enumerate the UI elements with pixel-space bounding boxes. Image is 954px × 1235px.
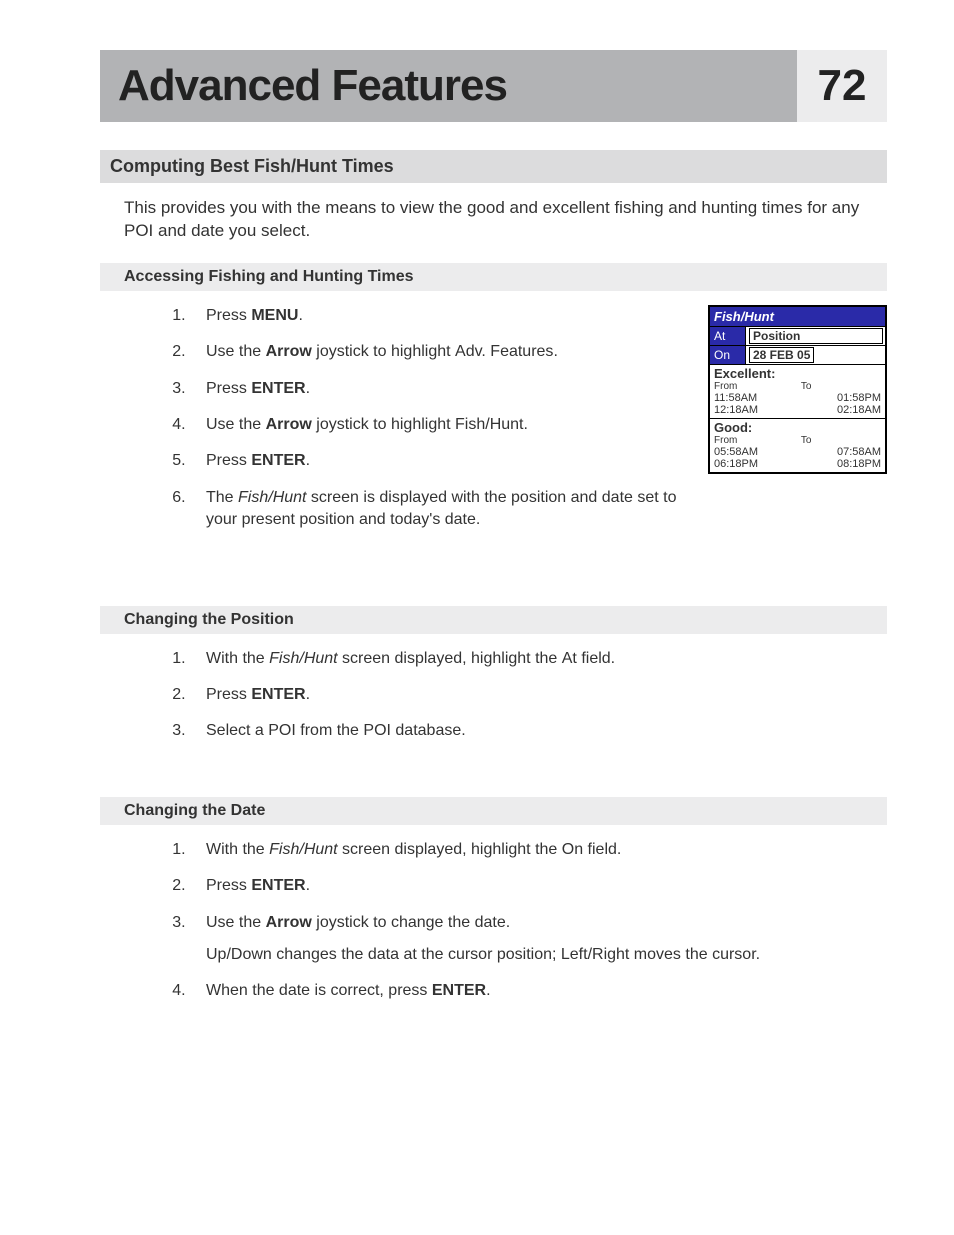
fh-good-label: Good: bbox=[714, 420, 881, 435]
header-right: 72 bbox=[797, 50, 887, 122]
on-field-label: On bbox=[562, 841, 583, 858]
menu-label: MENU bbox=[251, 307, 298, 324]
date-step-3-detail: Up/Down changes the data at the cursor p… bbox=[206, 944, 867, 966]
fh-on-value: 28 FEB 05 bbox=[749, 347, 814, 363]
date-step-4: When the date is correct, press ENTER. bbox=[190, 980, 867, 1002]
fh-to-label2: To bbox=[801, 435, 881, 446]
subsection-position-title: Changing the Position bbox=[100, 606, 887, 634]
access-steps: Press MENU. Use the Arrow joystick to hi… bbox=[100, 305, 708, 546]
fh-at-label: At bbox=[710, 327, 746, 345]
date-step-1: With the Fish/Hunt screen displayed, hig… bbox=[190, 839, 867, 861]
enter-label: ENTER bbox=[251, 380, 305, 397]
position-step-1: With the Fish/Hunt screen displayed, hig… bbox=[190, 648, 867, 670]
intro-text: This provides you with the means to view… bbox=[124, 197, 887, 243]
fh-to-label: To bbox=[801, 381, 881, 392]
fh-exc-to2: 02:18AM bbox=[801, 404, 881, 416]
fh-title: Fish/Hunt bbox=[710, 307, 885, 326]
fh-excellent-label: Excellent: bbox=[714, 366, 881, 381]
access-step-4: Use the Arrow joystick to highlight Fish… bbox=[190, 414, 688, 436]
date-steps: With the Fish/Hunt screen displayed, hig… bbox=[160, 839, 867, 1003]
date-step-2: Press ENTER. bbox=[190, 875, 867, 897]
header-left: Advanced Features bbox=[100, 50, 797, 122]
access-step-1: Press MENU. bbox=[190, 305, 688, 327]
page-number: 72 bbox=[818, 61, 867, 111]
enter-label: ENTER bbox=[432, 982, 486, 999]
fh-from-label: From bbox=[714, 381, 794, 392]
position-steps: With the Fish/Hunt screen displayed, hig… bbox=[160, 648, 867, 743]
position-step-3: Select a POI from the POI database. bbox=[190, 720, 867, 742]
fh-at-value-cell: Position bbox=[746, 327, 885, 345]
fh-exc-from1: 11:58AM bbox=[714, 392, 794, 404]
fh-on-value-cell: 28 FEB 05 bbox=[746, 346, 885, 364]
fh-good-from2: 06:18PM bbox=[714, 458, 794, 470]
access-step-3: Press ENTER. bbox=[190, 378, 688, 400]
fh-good-from1: 05:58AM bbox=[714, 446, 794, 458]
section-title: Computing Best Fish/Hunt Times bbox=[100, 150, 887, 183]
fh-on-label: On bbox=[710, 346, 746, 364]
fishhunt-screen: Fish/Hunt At Position On 28 FEB 05 Excel… bbox=[708, 305, 887, 474]
arrow-label: Arrow bbox=[266, 416, 312, 433]
subsection-date-title: Changing the Date bbox=[100, 797, 887, 825]
page-title: Advanced Features bbox=[118, 61, 507, 111]
access-step-2: Use the Arrow joystick to highlight Adv.… bbox=[190, 341, 688, 363]
enter-label: ENTER bbox=[251, 877, 305, 894]
fh-good-to2: 08:18PM bbox=[801, 458, 881, 470]
date-step-3: Use the Arrow joystick to change the dat… bbox=[190, 912, 867, 967]
adv-features-label: Adv. Features bbox=[455, 343, 553, 360]
arrow-label: Arrow bbox=[266, 914, 312, 931]
fh-exc-to1: 01:58PM bbox=[801, 392, 881, 404]
fh-from-label2: From bbox=[714, 435, 794, 446]
arrow-label: Arrow bbox=[266, 343, 312, 360]
fh-good-section: Good: From 05:58AM 06:18PM To 07:58AM 08… bbox=[710, 418, 885, 472]
position-step-2: Press ENTER. bbox=[190, 684, 867, 706]
subsection-access-title: Accessing Fishing and Hunting Times bbox=[100, 263, 887, 291]
page-header: Advanced Features 72 bbox=[100, 50, 887, 122]
at-field-label: At bbox=[562, 650, 577, 667]
fishhunt-label: Fish/Hunt bbox=[455, 416, 523, 433]
fh-at-value: Position bbox=[749, 328, 883, 344]
access-step-5: Press ENTER. bbox=[190, 450, 688, 472]
fh-excellent-section: Excellent: From 11:58AM 12:18AM To 01:58… bbox=[710, 364, 885, 418]
enter-label: ENTER bbox=[251, 452, 305, 469]
fh-good-to1: 07:58AM bbox=[801, 446, 881, 458]
fh-exc-from2: 12:18AM bbox=[714, 404, 794, 416]
enter-label: ENTER bbox=[251, 686, 305, 703]
fishhunt-italic: Fish/Hunt bbox=[238, 489, 306, 506]
access-step-6: The Fish/Hunt screen is displayed with t… bbox=[190, 487, 688, 532]
